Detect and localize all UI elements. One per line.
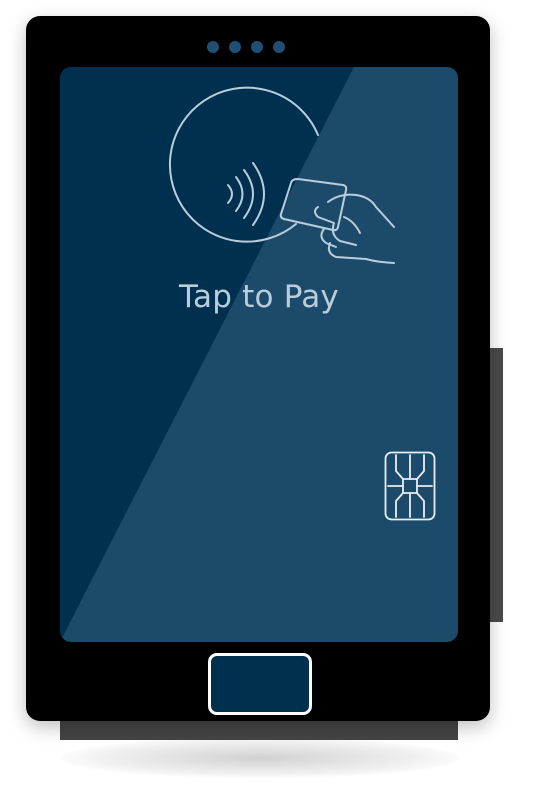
payment-card-icon [279, 178, 348, 232]
indicator-light [229, 41, 241, 53]
payment-terminal: Tap to Pay [26, 16, 490, 721]
tap-graphic [168, 86, 395, 264]
floor-shadow [60, 738, 460, 778]
payment-terminal-scene: Tap to Pay [0, 0, 560, 798]
emv-chip-icon [384, 451, 436, 521]
terminal-screen[interactable]: Tap to Pay [60, 67, 458, 642]
indicator-light [273, 41, 285, 53]
contactless-icon [227, 162, 265, 226]
tap-to-pay-label: Tap to Pay [179, 279, 339, 315]
indicator-lights [207, 41, 285, 53]
indicator-light [251, 41, 263, 53]
home-button[interactable] [208, 653, 312, 715]
indicator-light [207, 41, 219, 53]
